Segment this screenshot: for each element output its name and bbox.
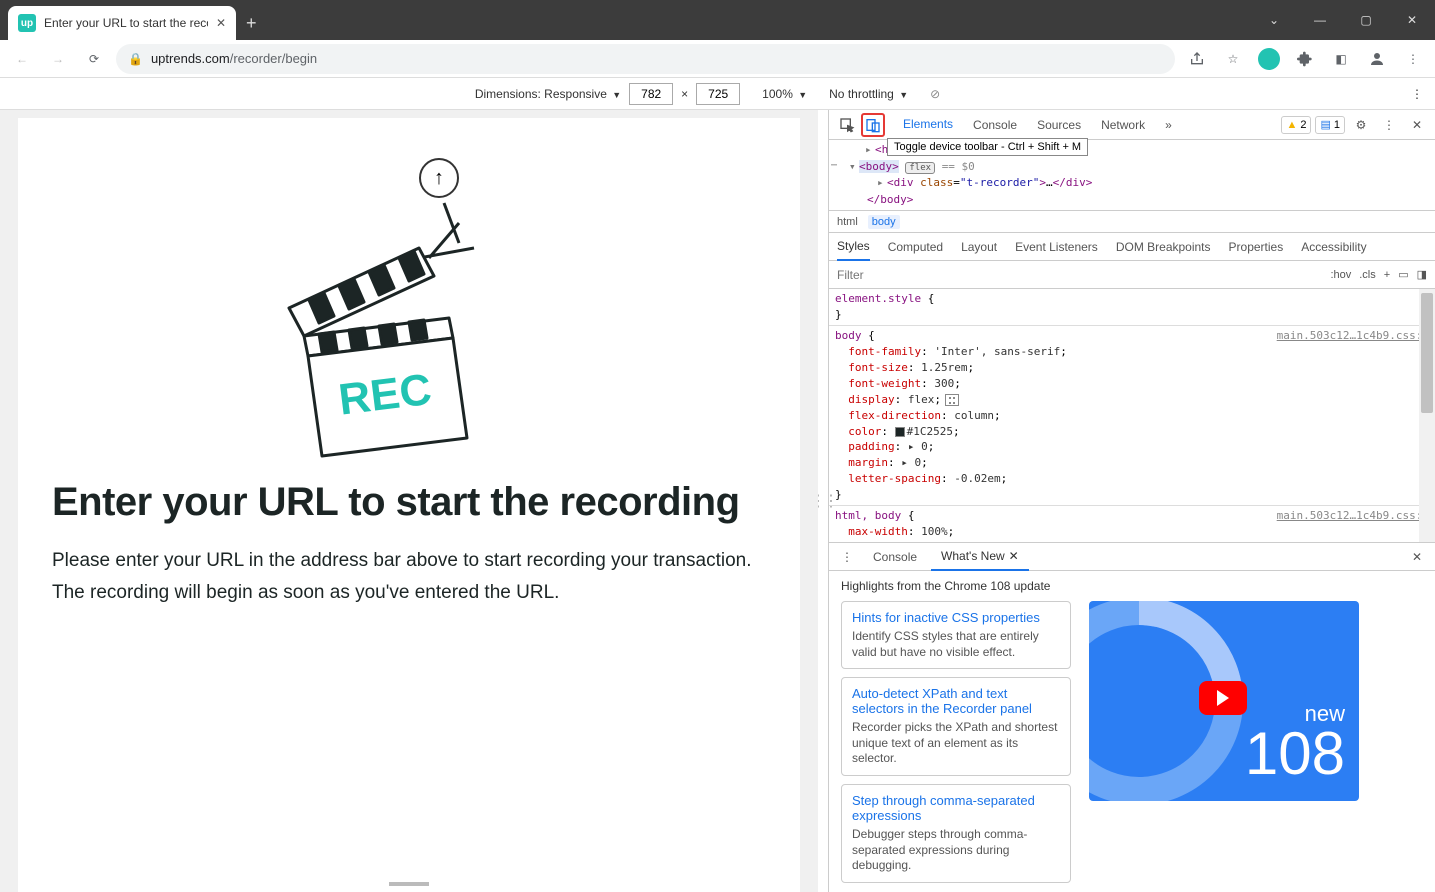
throttling-dropdown[interactable]: No throttling ▼ [829, 87, 908, 101]
new-tab-button[interactable]: + [246, 13, 257, 34]
recorder-page: ↑ [18, 118, 800, 892]
card-body: Identify CSS styles that are entirely va… [852, 629, 1060, 660]
computed-toggle-icon[interactable]: ▭ [1398, 268, 1408, 281]
styles-tabbar: Styles Computed Layout Event Listeners D… [829, 233, 1435, 261]
tab-elements[interactable]: Elements [893, 110, 963, 140]
warnings-badge[interactable]: ▲2 [1281, 116, 1311, 134]
devtools-tabbar: Toggle device toolbar - Ctrl + Shift + M… [829, 110, 1435, 140]
drawer-tab-console[interactable]: Console [863, 543, 927, 571]
crumb-html[interactable]: html [837, 216, 858, 228]
css-source-link[interactable]: main.503c12…1c4b9.css:1 [1277, 508, 1429, 524]
tab-overflow-icon[interactable]: » [1155, 110, 1182, 140]
settings-icon[interactable]: ⚙ [1349, 113, 1373, 137]
styles-filter-row: :hov .cls + ▭ ◨ [829, 261, 1435, 289]
drawer-tab-whats-new[interactable]: What's New✕ [931, 543, 1029, 571]
card-body: Recorder picks the XPath and shortest un… [852, 720, 1060, 767]
page-paragraph: Please enter your URL in the address bar… [52, 545, 766, 610]
recorder-illustration: ↑ [279, 148, 539, 458]
subtab-accessibility[interactable]: Accessibility [1301, 233, 1366, 261]
devtools-drawer: ⋮ Console What's New✕ ✕ Highlights from … [829, 542, 1435, 892]
subtab-styles[interactable]: Styles [837, 233, 870, 261]
styles-scrollbar[interactable] [1419, 289, 1435, 542]
color-swatch[interactable] [895, 427, 905, 437]
breadcrumb[interactable]: html body [829, 211, 1435, 233]
drawer-menu-icon[interactable]: ⋮ [835, 545, 859, 569]
card-link[interactable]: Auto-detect XPath and text selectors in … [852, 686, 1032, 716]
card-link[interactable]: Hints for inactive CSS properties [852, 610, 1040, 625]
reload-button[interactable]: ⟳ [80, 45, 108, 73]
emulated-viewport: ↑ [0, 110, 818, 892]
window-minimize-icon[interactable]: ― [1297, 0, 1343, 40]
css-source-link[interactable]: main.503c12…1c4b9.css:1 [1277, 328, 1429, 344]
zoom-dropdown[interactable]: 100% ▼ [762, 87, 807, 101]
whats-new-card: Auto-detect XPath and text selectors in … [841, 677, 1071, 776]
window-maximize-icon[interactable]: ▢ [1343, 0, 1389, 40]
bookmark-icon[interactable]: ☆ [1219, 45, 1247, 73]
cls-toggle[interactable]: .cls [1359, 269, 1376, 281]
dimensions-dropdown[interactable]: Dimensions: Responsive ▼ [475, 87, 621, 101]
crumb-body[interactable]: body [868, 215, 900, 229]
subtab-dom-breakpoints[interactable]: DOM Breakpoints [1116, 233, 1211, 261]
address-bar: ← → ⟳ 🔒 uptrends.com/recorder/begin ☆ ◧ … [0, 40, 1435, 78]
flex-editor-icon[interactable] [945, 394, 959, 406]
clapperboard-icon: REC [279, 188, 509, 458]
device-toolbar-menu-icon[interactable]: ⋮ [1407, 87, 1427, 101]
browser-tab[interactable]: up Enter your URL to start the recor ✕ [8, 6, 236, 40]
devtools-panel: Toggle device toolbar - Ctrl + Shift + M… [828, 110, 1435, 892]
inspect-element-icon[interactable] [835, 113, 859, 137]
whats-new-video[interactable]: new 108 [1089, 601, 1359, 801]
styles-pane[interactable]: element.style {} main.503c12…1c4b9.css:1… [829, 289, 1435, 542]
profile-icon[interactable] [1363, 45, 1391, 73]
sidebar-toggle-icon[interactable]: ◨ [1417, 268, 1427, 281]
tab-sources[interactable]: Sources [1027, 110, 1091, 140]
card-link[interactable]: Step through comma-separated expressions [852, 793, 1035, 823]
sidepanel-icon[interactable]: ◧ [1327, 45, 1355, 73]
window-titlebar: up Enter your URL to start the recor ✕ +… [0, 0, 1435, 40]
devtools-menu-icon[interactable]: ⋮ [1377, 113, 1401, 137]
lock-icon: 🔒 [128, 52, 143, 66]
device-toolbar: Dimensions: Responsive ▼ × 100% ▼ No thr… [0, 78, 1435, 110]
extension-uptrends-icon[interactable] [1255, 45, 1283, 73]
subtab-computed[interactable]: Computed [888, 233, 943, 261]
extensions-icon[interactable] [1291, 45, 1319, 73]
subtab-layout[interactable]: Layout [961, 233, 997, 261]
viewport-height-input[interactable] [696, 83, 740, 105]
panel-resize-handle[interactable]: ⋮⋮ [818, 110, 828, 892]
tab-network[interactable]: Network [1091, 110, 1155, 140]
tab-title: Enter your URL to start the recor [44, 16, 208, 30]
tab-search-icon[interactable]: ⌄ [1251, 0, 1297, 40]
page-heading: Enter your URL to start the recording [52, 480, 766, 525]
forward-button[interactable]: → [44, 45, 72, 73]
chrome-menu-icon[interactable]: ⋮ [1399, 45, 1427, 73]
dimension-separator: × [681, 87, 688, 101]
whats-new-card: Step through comma-separated expressions… [841, 784, 1071, 883]
back-button[interactable]: ← [8, 45, 36, 73]
favicon: up [18, 14, 36, 32]
tab-console[interactable]: Console [963, 110, 1027, 140]
close-tab-icon[interactable]: ✕ [1009, 549, 1019, 563]
play-icon [1199, 681, 1247, 715]
url-text: uptrends.com/recorder/begin [151, 51, 317, 66]
rotate-icon[interactable]: ⊘ [930, 87, 940, 101]
subtab-properties[interactable]: Properties [1229, 233, 1284, 261]
whats-new-heading: Highlights from the Chrome 108 update [841, 579, 1423, 593]
omnibox[interactable]: 🔒 uptrends.com/recorder/begin [116, 44, 1175, 74]
viewport-width-input[interactable] [629, 83, 673, 105]
styles-filter-input[interactable] [829, 268, 1322, 282]
devtools-close-icon[interactable]: ✕ [1405, 113, 1429, 137]
drawer-close-icon[interactable]: ✕ [1405, 545, 1429, 569]
card-body: Debugger steps through comma-separated e… [852, 827, 1060, 874]
toggle-device-toolbar-icon[interactable] [861, 113, 885, 137]
resize-handle-horizontal[interactable] [389, 882, 429, 886]
hov-toggle[interactable]: :hov [1330, 269, 1351, 281]
subtab-event-listeners[interactable]: Event Listeners [1015, 233, 1098, 261]
whats-new-card: Hints for inactive CSS properties Identi… [841, 601, 1071, 669]
share-icon[interactable] [1183, 45, 1211, 73]
new-rule-icon[interactable]: + [1384, 269, 1390, 281]
messages-badge[interactable]: ▤1 [1315, 116, 1345, 134]
device-toolbar-tooltip: Toggle device toolbar - Ctrl + Shift + M [887, 138, 1088, 156]
window-close-icon[interactable]: ✕ [1389, 0, 1435, 40]
video-label-version: 108 [1245, 727, 1345, 781]
tab-close-icon[interactable]: ✕ [216, 16, 226, 30]
